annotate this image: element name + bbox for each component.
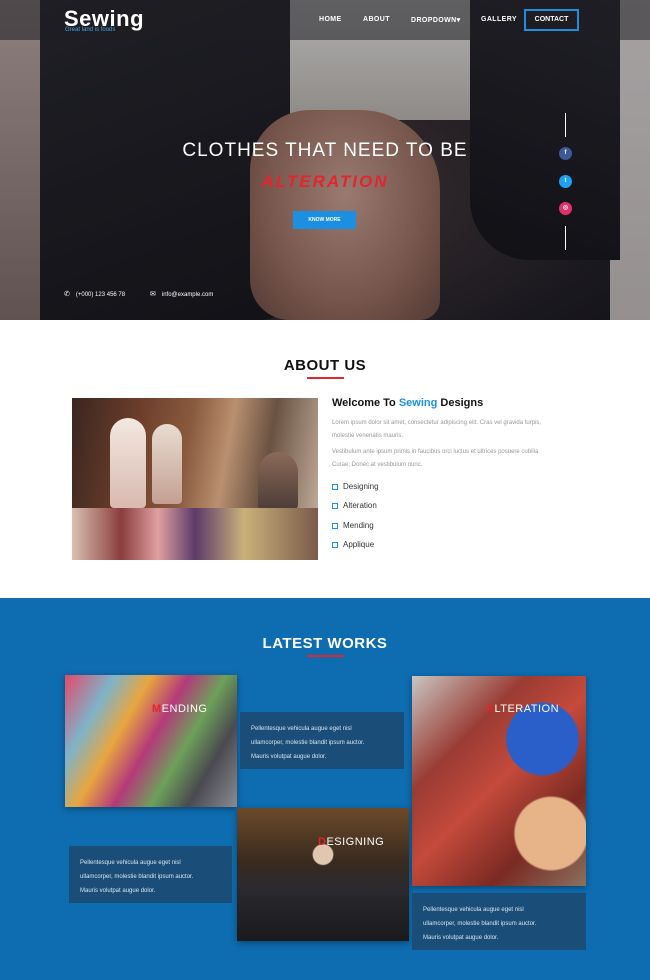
- phone-icon: ✆: [64, 291, 70, 298]
- about-title: ABOUT US: [283, 357, 367, 374]
- know-more-button[interactable]: KNOW MORE: [293, 211, 356, 229]
- site-tagline: Great land is foods: [65, 27, 116, 33]
- instagram-icon[interactable]: ◎: [559, 202, 572, 215]
- checkbox-icon: [332, 523, 338, 529]
- work-text-line: ullamcorper, molestie blandit ipsum auct…: [80, 874, 194, 880]
- hero-email[interactable]: ✉ info@example.com: [150, 290, 213, 298]
- alteration-label: ALTERATION: [486, 703, 559, 715]
- social-divider-top: [565, 113, 566, 137]
- work-text-line: ullamcorper, molestie blandit ipsum auct…: [251, 740, 365, 746]
- welcome-prefix: Welcome To: [332, 397, 396, 409]
- service-item: Mending: [332, 521, 374, 530]
- facebook-icon[interactable]: f: [559, 147, 572, 160]
- works-title: LATEST WORKS: [262, 635, 388, 652]
- work-text-line: Mauris volutpat augue dolor.: [423, 935, 499, 941]
- service-item: Applique: [332, 540, 374, 549]
- nav-dropdown[interactable]: DROPDOWN▾: [411, 16, 461, 24]
- work-description: Pellentesque vehicula augue eget nisl ul…: [412, 893, 586, 950]
- nav-contact-button[interactable]: CONTACT: [524, 9, 579, 31]
- twitter-icon[interactable]: t: [559, 175, 572, 188]
- work-text-line: Pellentesque vehicula augue eget nisl: [423, 907, 524, 913]
- nav-about[interactable]: ABOUT: [363, 16, 390, 23]
- nav-home[interactable]: HOME: [319, 16, 342, 23]
- welcome-highlight: Sewing: [398, 397, 438, 409]
- fabric-shelf: [72, 508, 318, 560]
- tailor-figure: [258, 452, 298, 512]
- service-label: Alteration: [343, 501, 377, 510]
- service-label: Designing: [343, 482, 379, 491]
- mending-label-first: M: [152, 703, 162, 715]
- work-text-line: Pellentesque vehicula augue eget nisl: [80, 860, 181, 866]
- social-divider-bottom: [565, 226, 566, 250]
- mending-label: MENDING: [152, 703, 207, 715]
- about-para1-line1: Lorem ipsum dolor sit amet, consectetur …: [332, 420, 542, 426]
- mannequin-1: [110, 418, 146, 508]
- checkbox-icon: [332, 484, 338, 490]
- hero-subtitle: ALTERATION: [261, 172, 389, 191]
- mending-image[interactable]: [65, 675, 237, 807]
- designing-image[interactable]: [237, 808, 409, 941]
- hero-phone: ✆ (+000) 123 456 78: [64, 290, 125, 298]
- mail-icon: ✉: [150, 291, 156, 298]
- work-text-line: Pellentesque vehicula augue eget nisl: [251, 726, 352, 732]
- works-underline: [307, 655, 344, 657]
- service-label: Applique: [343, 540, 375, 549]
- welcome-suffix: Designs: [440, 397, 484, 409]
- mannequin-2: [152, 424, 182, 504]
- checkbox-icon: [332, 503, 338, 509]
- work-text-line: Mauris volutpat augue dolor.: [80, 888, 156, 894]
- about-para2-line1: Vestibulum ante ipsum primis in faucibus…: [332, 449, 539, 455]
- service-item: Designing: [332, 482, 379, 491]
- work-text-line: ullamcorper, molestie blandit ipsum auct…: [423, 921, 537, 927]
- tailor-shop-image: [72, 398, 318, 560]
- work-description: Pellentesque vehicula augue eget nisl ul…: [69, 846, 232, 903]
- designing-label: DESIGNING: [318, 836, 384, 848]
- hero-title: CLOTHES THAT NEED TO BE: [182, 140, 468, 161]
- service-item: Alteration: [332, 501, 377, 510]
- top-navbar: Sewing Great land is foods HOME ABOUT DR…: [0, 0, 650, 40]
- mending-label-rest: ENDING: [161, 703, 208, 715]
- about-para2-line2: Curae; Donec at vestibulum nunc.: [332, 462, 423, 468]
- hero-email-text[interactable]: info@example.com: [162, 292, 213, 298]
- about-underline: [307, 377, 344, 379]
- hero-phone-text: (+000) 123 456 78: [75, 292, 126, 298]
- alteration-label-rest: LTERATION: [494, 703, 560, 715]
- about-para1-line2: molestie venenatis mauris.: [332, 433, 404, 439]
- service-label: Mending: [343, 521, 374, 530]
- welcome-heading: Welcome To Sewing Designs: [332, 397, 483, 409]
- checkbox-icon: [332, 542, 338, 548]
- designing-label-rest: ESIGNING: [326, 836, 385, 848]
- work-text-line: Mauris volutpat augue dolor.: [251, 754, 327, 760]
- nav-gallery[interactable]: GALLERY: [481, 16, 517, 23]
- work-description: Pellentesque vehicula augue eget nisl ul…: [240, 712, 404, 769]
